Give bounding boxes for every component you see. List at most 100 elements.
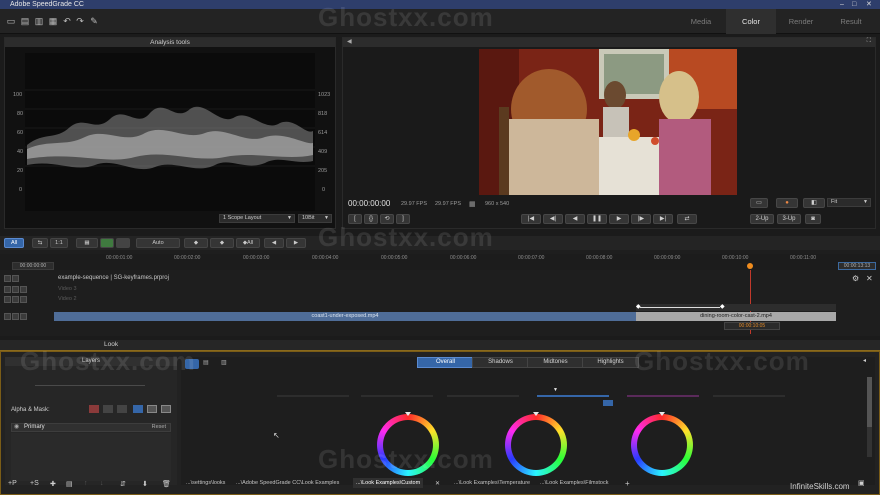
save-look-icon[interactable]: ⬇ (142, 480, 148, 488)
prev-keyframe-button[interactable]: ◆ (184, 238, 208, 248)
copy-icon[interactable]: ▤ (66, 480, 73, 488)
preset-tab[interactable]: ...\Look Examples\Temperature (451, 478, 533, 488)
fullscreen-icon[interactable]: ⛶ (867, 38, 871, 45)
gamma-wheel-marker[interactable] (533, 412, 539, 416)
add-preset-icon[interactable]: + (625, 479, 630, 488)
grid-view-icon[interactable]: ▦ (76, 238, 98, 248)
play-reverse-button[interactable]: ◀ (565, 214, 585, 224)
move-down-icon[interactable]: ↓ (100, 480, 104, 487)
tab-result[interactable]: Result (826, 9, 876, 34)
overlay-icon[interactable]: ◧ (803, 198, 825, 208)
opacity-slider[interactable] (35, 385, 145, 386)
track-controls[interactable] (4, 286, 52, 294)
tab-color[interactable]: Color (726, 9, 776, 34)
ratio-icon[interactable]: 1:1 (50, 238, 68, 248)
gain-color-wheel[interactable] (631, 414, 693, 476)
tab-overall[interactable]: Overall (417, 357, 474, 368)
grid-icon[interactable]: ▦ (469, 200, 476, 208)
preset-tab-active[interactable]: ...\Look Examples\Custom (353, 478, 424, 488)
gamma-color-wheel[interactable] (505, 414, 567, 476)
tab-highlights[interactable]: Highlights (582, 357, 639, 368)
snapshot-camera-icon[interactable]: ◙ (805, 214, 821, 224)
lut-icon[interactable]: ▥ (221, 359, 227, 366)
open-folder-icon[interactable]: ▭ (6, 16, 16, 26)
tab-media[interactable]: Media (676, 9, 726, 34)
track-settings-icon[interactable]: ⚙ (852, 274, 859, 283)
nav-prev-button[interactable]: ◀ (264, 238, 284, 248)
play-button[interactable]: ▶ (609, 214, 629, 224)
settings-wrench-icon[interactable]: ✎ (89, 16, 99, 26)
green-toggle-icon[interactable] (100, 238, 114, 248)
temperature-slider[interactable] (537, 395, 609, 397)
scrollbar[interactable] (867, 377, 872, 457)
2-up-button[interactable]: 2-Up (750, 214, 774, 224)
preset-tab[interactable]: ...\settings\looks (183, 478, 228, 488)
reset-layer-label[interactable]: Reset (152, 424, 166, 431)
redo-icon[interactable]: ↷ (75, 16, 85, 26)
primary-layer[interactable]: ◉ Primary Reset (11, 423, 171, 432)
add-primary-icon[interactable]: +P (8, 480, 17, 487)
close-preset-icon[interactable]: ✕ (435, 480, 440, 487)
sequence-controls[interactable] (4, 275, 52, 283)
merge-icon[interactable]: ⇵ (120, 480, 126, 488)
timecode-end[interactable]: 00:00:13:13 (838, 262, 876, 270)
scope-layout-select[interactable]: 1 Scope Layout ▼ (219, 214, 295, 223)
move-up-icon[interactable]: ↑ (84, 480, 88, 487)
compare-icon[interactable]: ▭ (750, 198, 768, 208)
timecode-start[interactable]: 00:00:00:00 (12, 262, 54, 270)
step-back-button[interactable]: ◀| (543, 214, 563, 224)
curves-icon[interactable]: ▤ (203, 359, 209, 366)
mask-blue-icon[interactable] (133, 405, 143, 413)
clip-coast[interactable]: coast1-under-exposed.mp4 (54, 312, 636, 321)
track-controls[interactable] (4, 313, 52, 321)
close-sequence-icon[interactable]: ✕ (866, 274, 873, 283)
eye-icon[interactable]: ◉ (14, 424, 19, 431)
loop-toggle-button[interactable]: ⇄ (677, 214, 697, 224)
gain-wheel-marker[interactable] (659, 412, 665, 416)
preset-tab[interactable]: ...\Look Examples\Filmstock (537, 478, 611, 488)
pause-button[interactable]: ❚❚ (587, 214, 607, 224)
go-to-end-button[interactable]: ▶| (653, 214, 673, 224)
timeline-ruler[interactable]: 00:00:00:00 00:00:01:00 00:00:02:00 00:0… (0, 254, 880, 270)
keyframe-lane[interactable]: ◆ ◆ (636, 304, 836, 311)
input-saturation-slider[interactable] (277, 395, 349, 397)
collapse-arrow-icon[interactable]: ◀ (347, 38, 352, 45)
3-up-button[interactable]: 3-Up (777, 214, 801, 224)
view-toggle-icon[interactable]: ▣ (858, 479, 865, 487)
tab-midtones[interactable]: Midtones (527, 357, 584, 368)
add-secondary-icon[interactable]: +S (30, 480, 39, 487)
mask-grey-icon[interactable] (103, 405, 113, 413)
add-layer-icon[interactable]: ✚ (50, 480, 56, 488)
close-icon[interactable]: ✕ (866, 0, 872, 9)
offset-wheel-marker[interactable] (405, 412, 411, 416)
save-icon[interactable]: ▤ (20, 16, 30, 26)
save-as-icon[interactable]: ▥ (34, 16, 44, 26)
track-controls[interactable] (4, 296, 52, 304)
go-to-start-button[interactable]: |◀ (521, 214, 541, 224)
output-saturation-slider[interactable] (713, 395, 785, 397)
filter-all-button[interactable]: All (4, 238, 24, 248)
mask-red-icon[interactable] (89, 405, 99, 413)
preset-tab[interactable]: ...\Adobe SpeedGrade CC\Look Examples (233, 478, 342, 488)
all-keyframes-button[interactable]: ◆All (236, 238, 260, 248)
mask-circle-icon[interactable] (147, 405, 157, 413)
export-icon[interactable]: ▦ (48, 16, 58, 26)
fit-select[interactable]: Fit ▼ (827, 198, 871, 207)
delete-icon[interactable]: 🗑 (162, 480, 171, 488)
slider-marker-icon[interactable]: ▼ (553, 387, 558, 393)
keyframe-marker[interactable]: ◆ (720, 303, 725, 310)
next-keyframe-button[interactable]: ◆ (210, 238, 234, 248)
step-forward-button[interactable]: |▶ (631, 214, 651, 224)
maximize-icon[interactable]: □ (852, 0, 856, 9)
tab-render[interactable]: Render (776, 9, 826, 34)
contrast-slider[interactable] (447, 395, 519, 397)
panel-menu-icon[interactable]: ◂ (863, 357, 866, 364)
playhead-handle[interactable] (747, 263, 753, 269)
tab-shadows[interactable]: Shadows (472, 357, 529, 368)
filter-icon[interactable]: ⇆ (32, 238, 48, 248)
undo-icon[interactable]: ↶ (62, 16, 72, 26)
clip-dining-room[interactable]: dining-room-color-cast-2.mp4 (636, 312, 836, 321)
mask-dark-icon[interactable] (117, 405, 127, 413)
grey-toggle-icon[interactable] (116, 238, 130, 248)
gamma-slider[interactable] (361, 395, 433, 397)
